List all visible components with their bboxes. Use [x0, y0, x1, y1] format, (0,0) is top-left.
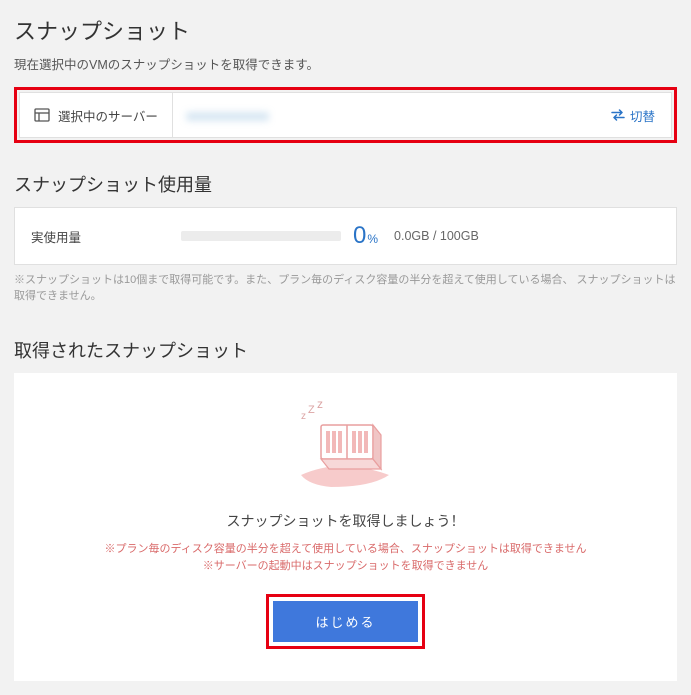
page-description: 現在選択中のVMのスナップショットを取得できます。 — [14, 54, 677, 73]
usage-percent-suffix: % — [367, 232, 378, 246]
usage-text: 0.0GB / 100GB — [394, 229, 479, 243]
snapshots-empty-state: z Z z スナップショットを取得しましょう！ ※プラン毎のディスク容量の半分を… — [14, 373, 677, 681]
usage-label: 実使用量 — [31, 227, 181, 246]
switch-label: 切替 — [630, 106, 655, 125]
usage-progress-bar — [181, 231, 341, 241]
svg-text:z: z — [317, 397, 323, 411]
start-button[interactable]: はじめる — [273, 601, 417, 642]
server-selector: 選択中のサーバー xxxxxxxxxxx 切替 — [19, 92, 672, 138]
server-label-text: 選択中のサーバー — [58, 106, 158, 125]
server-selector-highlight: 選択中のサーバー xxxxxxxxxxx 切替 — [14, 87, 677, 143]
usage-section-title: スナップショット使用量 — [14, 171, 677, 197]
usage-percent: 0 — [353, 222, 366, 249]
svg-text:z: z — [301, 411, 306, 422]
server-value: xxxxxxxxxxx — [173, 108, 595, 123]
server-label: 選択中のサーバー — [20, 93, 173, 137]
swap-icon — [611, 109, 625, 121]
empty-notes: ※プラン毎のディスク容量の半分を超えて使用している場合、スナップショットは取得で… — [34, 541, 657, 574]
server-icon — [34, 108, 50, 122]
empty-message: スナップショットを取得しましょう！ — [34, 511, 657, 531]
usage-card: 実使用量 0% 0.0GB / 100GB — [14, 207, 677, 265]
switch-server-button[interactable]: 切替 — [595, 93, 671, 137]
svg-text:Z: Z — [308, 404, 315, 416]
usage-note: ※スナップショットは10個まで取得可能です。また、プラン毎のディスク容量の半分を… — [14, 271, 677, 303]
start-button-highlight: はじめる — [266, 594, 424, 649]
snapshots-section-title: 取得されたスナップショット — [14, 337, 677, 363]
page-title: スナップショット — [14, 14, 677, 46]
sleeping-server-illustration: z Z z — [271, 397, 421, 493]
